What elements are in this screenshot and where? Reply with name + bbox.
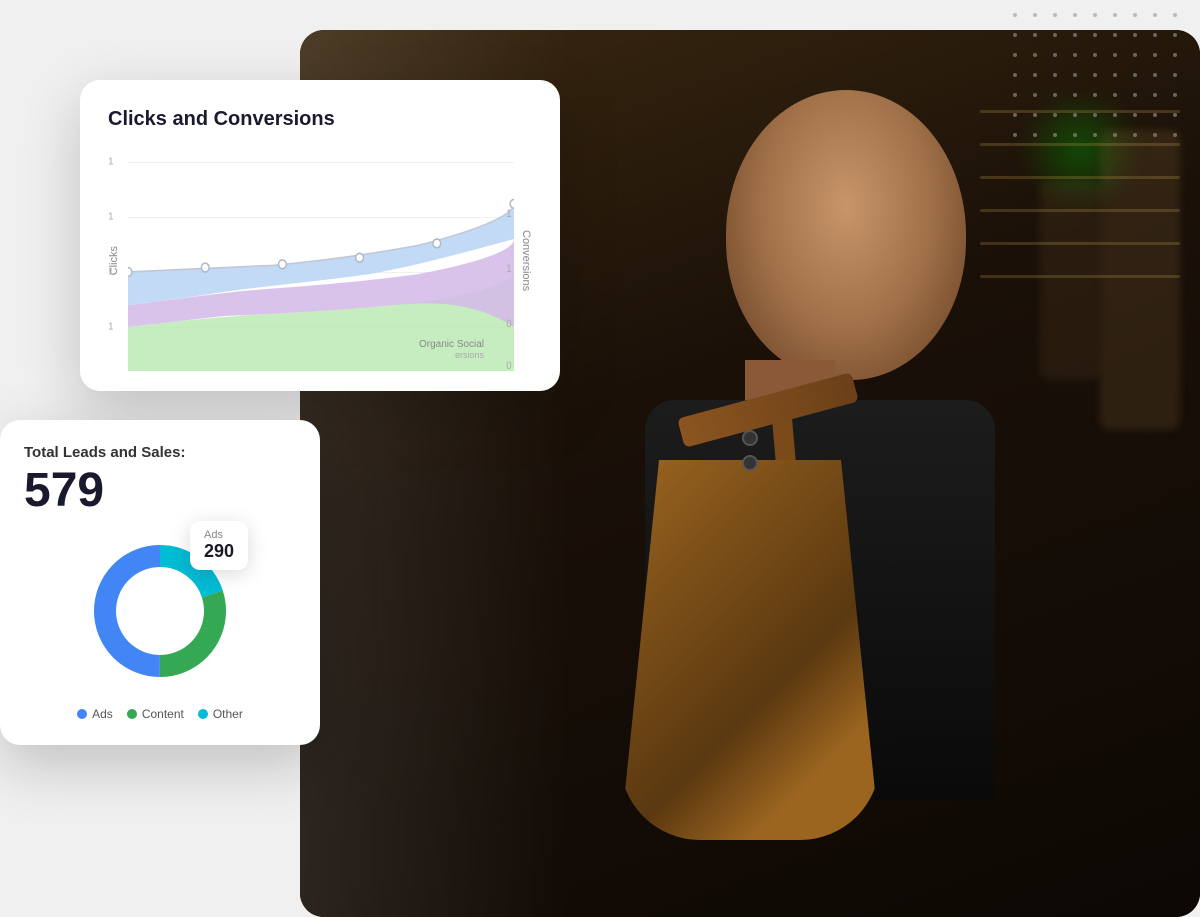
leads-card-title: Total Leads and Sales: xyxy=(24,444,296,461)
svg-text:1: 1 xyxy=(506,208,512,220)
chart-legend: Ads Content Other xyxy=(24,707,296,721)
legend-ads-dot xyxy=(77,709,87,719)
dots-pattern: // Dots will be rendered via inline appr… xyxy=(1005,5,1195,145)
ads-tooltip: Ads 290 xyxy=(190,521,248,570)
svg-text:0: 0 xyxy=(506,318,512,330)
legend-content-label: Content xyxy=(142,707,184,721)
legend-ads-label: Ads xyxy=(92,707,113,721)
organic-social-label: Organic Social ersions xyxy=(419,339,484,361)
donut-chart-container: Ads 290 xyxy=(80,531,240,691)
clicks-card: Clicks and Conversions Clicks 1 1 1 1 xyxy=(80,80,560,391)
chart-svg: 0 0 1 1 xyxy=(128,151,514,371)
legend-content: Content xyxy=(127,707,184,721)
y-axis-conversions-label: Conversions xyxy=(520,230,532,291)
scene: // Dots will be rendered via inline appr… xyxy=(0,0,1200,917)
leads-total: 579 xyxy=(24,467,296,515)
legend-ads: Ads xyxy=(77,707,113,721)
legend-other-dot xyxy=(198,709,208,719)
ads-tooltip-value: 290 xyxy=(204,541,234,562)
chart-inner: 1 1 1 1 xyxy=(128,151,514,371)
leads-card: Total Leads and Sales: 579 xyxy=(0,420,320,745)
clicks-card-title: Clicks and Conversions xyxy=(108,108,532,131)
chart-area: Clicks 1 1 1 1 xyxy=(108,151,532,371)
legend-content-dot xyxy=(127,709,137,719)
ads-tooltip-label: Ads xyxy=(204,529,234,541)
svg-text:1: 1 xyxy=(506,263,512,275)
legend-other-label: Other xyxy=(213,707,243,721)
legend-other: Other xyxy=(198,707,243,721)
svg-text:0: 0 xyxy=(506,360,512,371)
